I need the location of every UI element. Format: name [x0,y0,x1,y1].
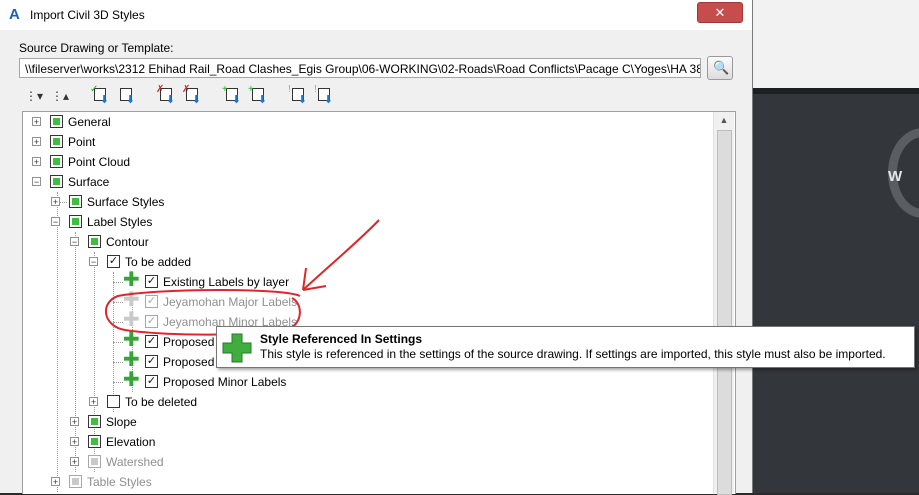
browse-button[interactable]: 🔍 [707,56,733,80]
scroll-up-arrow-icon[interactable]: ▲ [714,112,734,129]
checkbox-partial-icon[interactable] [50,135,63,148]
browse-folder-icon: 🔍 [713,60,730,75]
tree-guide [57,192,58,492]
checkbox-checked-icon[interactable]: ✓ [145,375,158,388]
expander-icon[interactable]: + [32,157,41,167]
tree-guide [75,232,76,472]
check-all-icon[interactable]: ✓ ⬇ [90,85,110,106]
new-style-plus-icon: ✚ [123,269,140,291]
source-path-field[interactable]: \\fileserver\works\2312 Ehihad Rail_Road… [19,58,701,78]
expander-icon[interactable]: + [70,457,79,467]
checkbox-checked-disabled-icon[interactable]: ✓ [145,295,158,308]
tree-item-label: Table Styles [87,475,152,489]
expander-icon[interactable]: − [51,217,60,227]
autocad-ribbon-strip [752,0,919,93]
scroll-thumb[interactable] [717,130,732,495]
checkbox-partial-icon[interactable] [88,415,101,428]
tree-item-label: Label Styles [87,215,153,229]
tree-guide [113,322,123,323]
check-new-down-icon[interactable]: + ⬇ [248,85,268,106]
checkbox-partial-icon[interactable] [88,435,101,448]
new-style-plus-icon: ✚ [123,329,140,351]
tree-item-label: Point Cloud [68,155,131,169]
checkbox-partial-disabled-icon[interactable] [88,455,101,468]
checkbox-partial-icon[interactable] [50,155,63,168]
uncheck-down-icon[interactable]: ✗ ⬇ [182,85,202,106]
expander-icon[interactable]: − [70,237,79,247]
tooltip-title: Style Referenced In Settings [260,332,423,346]
expander-icon[interactable]: + [70,437,79,447]
expander-icon[interactable]: − [32,177,41,187]
checkbox-partial-icon[interactable] [50,115,63,128]
style-tooltip: Style Referenced In Settings This style … [216,326,915,368]
large-plus-icon [222,333,252,363]
expander-icon[interactable]: + [51,197,60,207]
tree-item-label: Jeyamohan Major Labels [163,295,298,309]
tree-item-label: Slope [106,415,137,429]
expander-icon[interactable]: + [32,117,41,127]
expander-icon[interactable]: + [89,397,98,407]
tooltip-body: This style is referenced in the settings… [260,347,886,361]
styles-tree[interactable]: + General + Point + Point Cloud − Surfac… [22,111,736,494]
expand-all-icon[interactable]: ⋮▾ [24,86,44,106]
checkbox-unchecked-icon[interactable] [107,395,120,408]
checkbox-checked-icon[interactable]: ✓ [107,255,120,268]
tree-scrollbar[interactable]: ▲ [713,112,734,495]
tree-guide [113,342,123,343]
tree-item-label: Point [68,135,96,149]
expander-icon[interactable]: + [70,417,79,427]
check-all-down-icon[interactable]: ⬇ [116,86,136,106]
tree-item-label: Proposed Minor Labels [163,375,287,389]
expander-icon[interactable]: + [32,137,41,147]
tree-item-label: Contour [106,235,149,249]
tree-item-label: Elevation [106,435,156,449]
title-bar: A Import Civil 3D Styles ✕ [0,0,752,30]
checkbox-checked-icon[interactable]: ✓ [145,355,158,368]
tree-item-label: General [68,115,111,129]
tree-item-label: Proposed [163,335,215,349]
check-conflict-down-icon[interactable]: ! ⬇ [314,85,334,106]
checkbox-partial-icon[interactable] [69,215,82,228]
check-new-icon[interactable]: + ⬇ [222,85,242,106]
new-style-plus-icon: ✚ [123,349,140,371]
source-drawing-label: Source Drawing or Template: [19,41,174,55]
autocad-tab-strip [752,88,919,94]
referenced-style-plus-icon: ✚ [123,289,140,311]
tree-guide [113,362,123,363]
tree-item-label: To be deleted [125,395,198,409]
checkbox-checked-icon[interactable]: ✓ [145,275,158,288]
expander-icon[interactable]: − [89,257,98,267]
checkbox-partial-icon[interactable] [50,175,63,188]
check-conflict-icon[interactable]: ! ⬇ [288,85,308,106]
tree-item-label: Existing Labels by layer [163,275,290,289]
uncheck-all-icon[interactable]: ✗ ⬇ [156,85,176,106]
expander-icon[interactable]: + [51,477,60,487]
checkbox-partial-icon[interactable] [69,195,82,208]
autocad-app-icon: A [9,6,20,23]
import-styles-dialog: A Import Civil 3D Styles ✕ Source Drawin… [0,0,753,495]
tree-item-label: Proposed [163,355,215,369]
tree-item-label: Surface Styles [87,195,165,209]
tree-guide [113,382,123,383]
checkbox-checked-icon[interactable]: ✓ [145,335,158,348]
collapse-all-icon[interactable]: ⋮▴ [50,86,70,106]
checkbox-checked-disabled-icon[interactable]: ✓ [145,315,158,328]
tree-guide [113,282,123,283]
close-button[interactable]: ✕ [697,2,743,23]
tree-guide [113,302,123,303]
checkbox-partial-icon[interactable] [88,235,101,248]
tree-item-label: Watershed [106,455,164,469]
tree-item-label: Surface [68,175,110,189]
new-style-plus-icon: ✚ [123,369,140,391]
window-title: Import Civil 3D Styles [30,8,145,22]
referenced-style-plus-icon: ✚ [123,309,140,331]
viewcube-west-label[interactable]: W [888,168,902,185]
checkbox-partial-disabled-icon[interactable] [69,475,82,488]
